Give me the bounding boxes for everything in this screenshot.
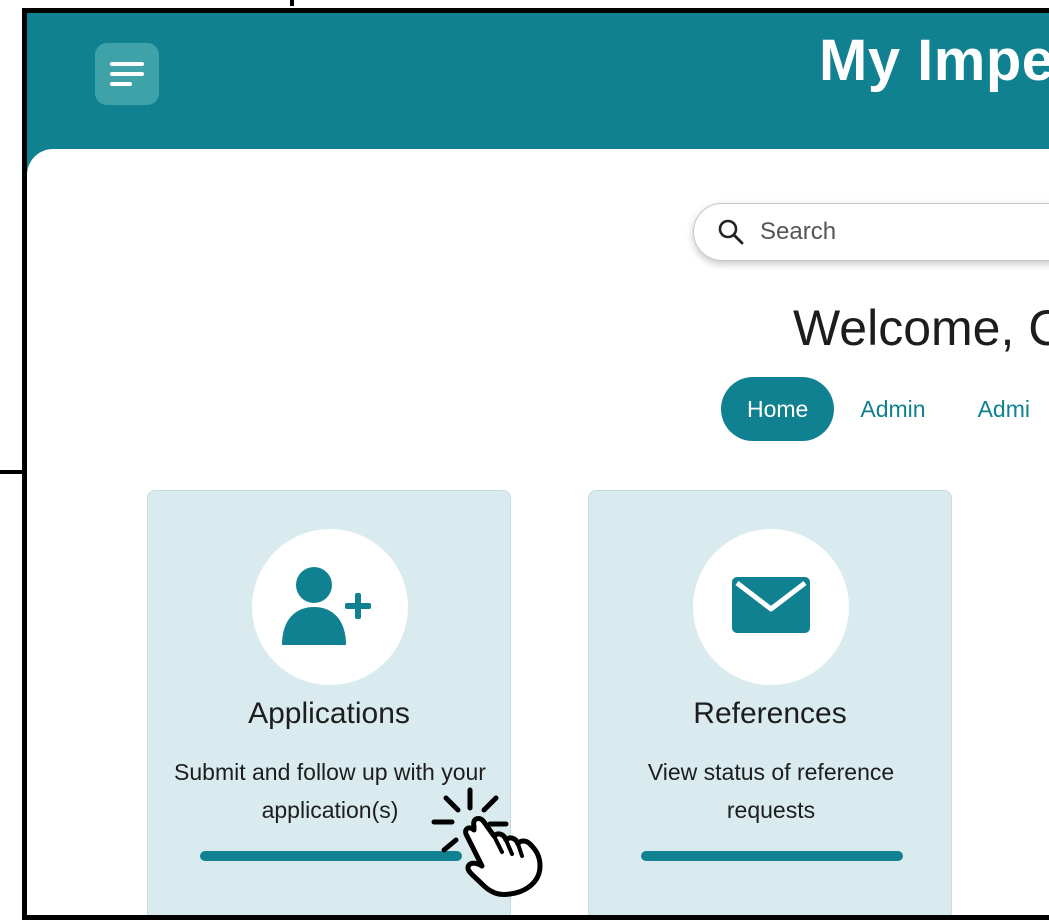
frame-line-left	[0, 470, 24, 474]
references-description: View status of reference requests	[647, 759, 895, 823]
search-bar[interactable]	[693, 203, 1049, 261]
main-content: Welcome, C Home Admin Admi	[27, 149, 1049, 915]
add-user-icon	[280, 563, 380, 652]
references-accent-bar	[641, 851, 903, 861]
tab-admin[interactable]: Admin	[834, 377, 951, 441]
applications-accent-bar	[200, 851, 462, 861]
applications-title: Applications	[248, 697, 410, 730]
tab-home[interactable]: Home	[721, 377, 835, 441]
references-card[interactable]: References View status of reference requ…	[588, 490, 952, 915]
applications-card[interactable]: Applications Submit and follow up with y…	[147, 490, 511, 915]
search-input[interactable]	[758, 217, 1049, 247]
nav-tabs: Home Admin Admi	[721, 377, 1049, 441]
app-title: My Impe	[819, 28, 1049, 93]
hamburger-menu-icon	[108, 59, 146, 89]
applications-description: Submit and follow up with your applicati…	[174, 759, 486, 823]
app-header: My Impe	[27, 13, 1049, 163]
references-icon-circle	[693, 529, 849, 685]
tab-admin-2[interactable]: Admi	[952, 377, 1049, 441]
references-title: References	[693, 697, 847, 730]
frame-line-top	[0, 0, 294, 6]
envelope-icon	[731, 575, 811, 640]
tutorial-image: My Impe Welcome, C Home Admin Admi	[0, 0, 1049, 921]
search-icon	[716, 217, 746, 247]
menu-button[interactable]	[95, 43, 159, 105]
applications-icon-circle	[252, 529, 408, 685]
app-window: My Impe Welcome, C Home Admin Admi	[22, 8, 1049, 920]
welcome-heading: Welcome, C	[793, 300, 1049, 356]
